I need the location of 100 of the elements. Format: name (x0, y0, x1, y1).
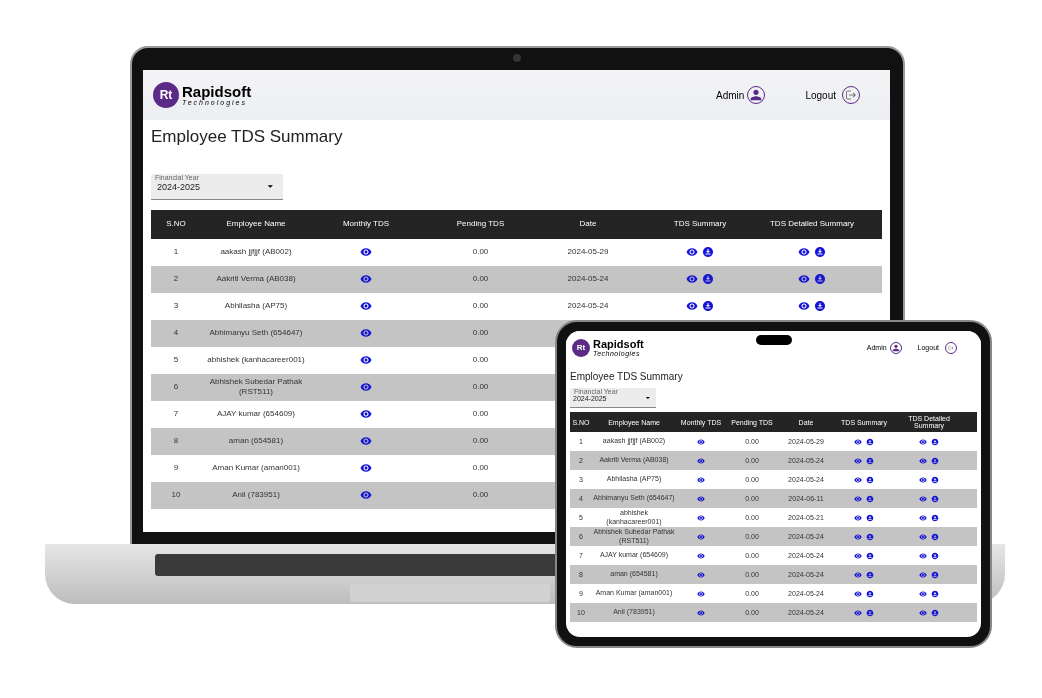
download-icon[interactable] (866, 608, 874, 617)
eye-icon[interactable] (360, 462, 372, 474)
eye-icon[interactable] (854, 570, 862, 579)
download-icon[interactable] (931, 551, 939, 560)
table-cell-text: 3 (172, 300, 180, 312)
eye-icon[interactable] (854, 513, 862, 522)
table-cell-text: 0.00 (471, 435, 490, 447)
eye-icon[interactable] (854, 551, 862, 560)
table-cell-text: 0.00 (471, 300, 490, 312)
eye-icon[interactable] (697, 437, 705, 446)
eye-icon[interactable] (697, 513, 705, 522)
eye-icon[interactable] (854, 532, 862, 541)
download-icon[interactable] (931, 513, 939, 522)
eye-icon[interactable] (854, 475, 862, 484)
download-icon[interactable] (931, 589, 939, 598)
eye-icon[interactable] (360, 381, 372, 393)
download-icon[interactable] (931, 494, 939, 503)
table-cell-text: Anil (783951) (231, 489, 281, 501)
table-cell-text: 0.00 (471, 354, 490, 366)
eye-icon[interactable] (697, 475, 705, 484)
user-name: Admin (716, 88, 745, 103)
eye-icon[interactable] (697, 589, 705, 598)
eye-icon[interactable] (854, 437, 862, 446)
eye-icon[interactable] (919, 551, 927, 560)
table-cell-text: Aman Kumar (aman001) (211, 462, 301, 474)
download-icon[interactable] (866, 456, 874, 465)
eye-icon[interactable] (854, 494, 862, 503)
table-cell-text: Abhimanyu Seth (654647) (208, 327, 304, 339)
eye-icon[interactable] (697, 608, 705, 617)
eye-icon[interactable] (919, 570, 927, 579)
download-icon[interactable] (866, 494, 874, 503)
download-icon[interactable] (931, 532, 939, 541)
eye-icon[interactable] (360, 246, 372, 258)
table-header: S.NO Employee Name Monthly TDS Pending TDS Date TDS Summary TDS Detailed Summary (151, 209, 882, 239)
eye-icon[interactable] (798, 300, 810, 312)
eye-icon[interactable] (697, 570, 705, 579)
download-icon[interactable] (702, 300, 714, 312)
table-cell-text: 10 (170, 489, 182, 501)
eye-icon[interactable] (697, 551, 705, 560)
eye-icon[interactable] (919, 532, 927, 541)
eye-icon[interactable] (919, 608, 927, 617)
eye-icon[interactable] (798, 246, 810, 258)
download-icon[interactable] (931, 570, 939, 579)
eye-icon[interactable] (697, 494, 705, 503)
download-icon[interactable] (814, 300, 826, 312)
table-cell-text: 0.00 (471, 408, 490, 420)
download-icon[interactable] (866, 475, 874, 484)
download-icon[interactable] (931, 608, 939, 617)
eye-icon[interactable] (919, 456, 927, 465)
download-icon[interactable] (866, 532, 874, 541)
download-icon[interactable] (702, 246, 714, 258)
download-icon[interactable] (814, 246, 826, 258)
table-cell-text: 6 (172, 381, 180, 393)
table-cell-text: 0.00 (471, 273, 490, 285)
eye-icon[interactable] (360, 489, 372, 501)
eye-icon[interactable] (919, 475, 927, 484)
brand-name: Rapidsoft (182, 84, 252, 99)
table-cell-text: 9 (172, 462, 180, 474)
eye-icon[interactable] (686, 273, 698, 285)
download-icon[interactable] (931, 437, 939, 446)
download-icon[interactable] (866, 513, 874, 522)
download-icon[interactable] (866, 589, 874, 598)
table-cell-text: 4 (172, 327, 180, 339)
eye-icon[interactable] (686, 300, 698, 312)
download-icon[interactable] (866, 570, 874, 579)
download-icon[interactable] (702, 273, 714, 285)
page-title: Employee TDS Summary (569, 370, 684, 384)
eye-icon[interactable] (360, 435, 372, 447)
table-cell-text: abhishek (kanhacareer001) (206, 354, 306, 366)
eye-icon[interactable] (919, 513, 927, 522)
eye-icon[interactable] (697, 532, 705, 541)
eye-icon[interactable] (854, 456, 862, 465)
eye-icon[interactable] (360, 354, 372, 366)
download-icon[interactable] (931, 456, 939, 465)
table-cell-text: Abhishek Subedar Pathak (RST511) (208, 376, 304, 398)
eye-icon[interactable] (854, 589, 862, 598)
eye-icon[interactable] (686, 246, 698, 258)
download-icon[interactable] (814, 273, 826, 285)
eye-icon[interactable] (360, 273, 372, 285)
eye-icon[interactable] (919, 437, 927, 446)
eye-icon[interactable] (854, 608, 862, 617)
eye-icon[interactable] (360, 327, 372, 339)
table-cell-text: AJAY kumar (654609) (216, 408, 296, 420)
download-icon[interactable] (866, 551, 874, 560)
table-cell-text: Abhilasha (AP75) (223, 300, 289, 312)
brand-name: Rapidsoft (593, 339, 644, 350)
table-cell-text: 0.00 (471, 462, 490, 474)
table-cell-text: 0.00 (471, 246, 490, 258)
eye-icon[interactable] (360, 408, 372, 420)
eye-icon[interactable] (697, 456, 705, 465)
download-icon[interactable] (866, 437, 874, 446)
eye-icon[interactable] (798, 273, 810, 285)
table-cell-text: 8 (172, 435, 180, 447)
eye-icon[interactable] (919, 589, 927, 598)
table-cell-text: 1 (172, 246, 180, 258)
download-icon[interactable] (931, 475, 939, 484)
table-cell-text: 0.00 (471, 489, 490, 501)
logout-link[interactable]: Logout (805, 87, 836, 103)
eye-icon[interactable] (360, 300, 372, 312)
eye-icon[interactable] (919, 494, 927, 503)
